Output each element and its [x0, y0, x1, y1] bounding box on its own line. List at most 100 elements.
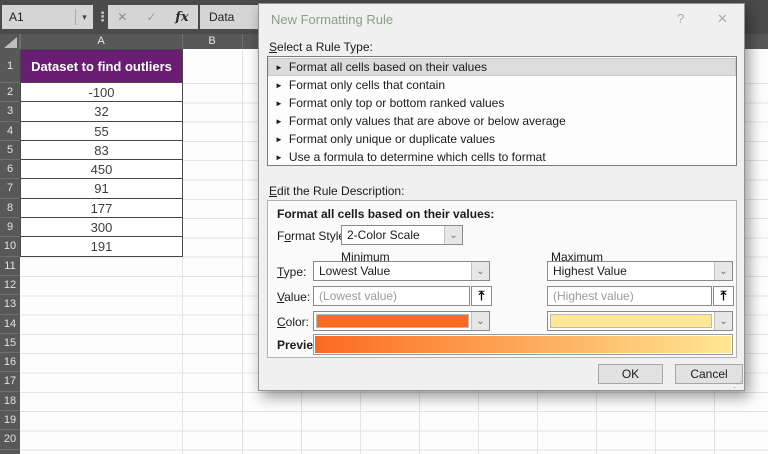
- min-type-dropdown[interactable]: Lowest Value ⌄: [313, 261, 490, 281]
- formula-buttons: ✕ ✓ fx: [108, 5, 198, 29]
- min-value-input[interactable]: (Lowest value): [313, 286, 470, 306]
- row-header[interactable]: 14: [0, 315, 20, 334]
- rule-type-label: Use a formula to determine which cells t…: [288, 150, 546, 164]
- rule-type-label: Format only unique or duplicate values: [288, 132, 496, 146]
- select-all-triangle-icon: [4, 37, 17, 48]
- chevron-down-icon: ⌄: [471, 312, 489, 330]
- cell-a2[interactable]: -100: [20, 83, 183, 103]
- max-collapse-dialog-icon[interactable]: ⤒: [713, 286, 734, 306]
- rule-arrow-icon: ►: [275, 81, 283, 90]
- color-label: Color:: [277, 315, 310, 329]
- formula-bar-text: Data: [209, 10, 235, 24]
- row-headers: 1 2 3 4 5 6 7 8 9 10 11 12 13 14 15 16 1…: [0, 49, 20, 454]
- row-header[interactable]: 15: [0, 334, 20, 354]
- row-header[interactable]: 18: [0, 392, 20, 412]
- cell-a6[interactable]: 450: [20, 160, 183, 180]
- cell-a4[interactable]: 55: [20, 121, 183, 141]
- cell-a5[interactable]: 83: [20, 140, 183, 161]
- cell-a9[interactable]: 300: [20, 218, 183, 238]
- data-table: Dataset to find outliers -100 32 55 83 4…: [20, 49, 183, 257]
- row-header[interactable]: 9: [0, 218, 20, 238]
- dialog-title: New Formatting Rule: [271, 12, 394, 27]
- cell-a1[interactable]: Dataset to find outliers: [20, 49, 183, 83]
- ok-button[interactable]: OK: [598, 364, 663, 384]
- row-header[interactable]: 10: [0, 237, 20, 257]
- value-label: Value:: [277, 290, 311, 304]
- insert-function-icon[interactable]: fx: [175, 10, 188, 25]
- row-header[interactable]: 6: [0, 160, 20, 180]
- name-box-value: A1: [9, 10, 24, 24]
- rule-type-option[interactable]: ► Format only unique or duplicate values: [268, 130, 736, 148]
- cell-a8[interactable]: 177: [20, 198, 183, 219]
- cancel-entry-icon[interactable]: ✕: [117, 10, 127, 24]
- close-icon[interactable]: ✕: [717, 11, 728, 27]
- format-style-value: 2-Color Scale: [347, 228, 420, 242]
- cell-a10[interactable]: 191: [20, 237, 183, 257]
- rule-arrow-icon: ►: [275, 153, 283, 162]
- help-icon[interactable]: ?: [677, 11, 684, 26]
- row-header[interactable]: 11: [0, 257, 20, 276]
- rule-type-option[interactable]: ► Format only top or bottom ranked values: [268, 94, 736, 112]
- row-header[interactable]: 3: [0, 102, 20, 122]
- min-type-value: Lowest Value: [319, 264, 391, 278]
- chevron-down-icon: ⌄: [714, 262, 732, 280]
- row-header[interactable]: 2: [0, 83, 20, 103]
- rule-type-label: Format only values that are above or bel…: [288, 114, 566, 128]
- row-header[interactable]: 4: [0, 122, 20, 141]
- name-box[interactable]: A1 ▾: [2, 5, 93, 29]
- excel-window: A1 ▾ ⋮ ✕ ✓ fx Data A B 1 2 3 4 5 6 7 8 9…: [0, 0, 768, 454]
- row-header[interactable]: 19: [0, 411, 20, 431]
- rule-type-option[interactable]: ► Format only cells that contain: [268, 76, 736, 94]
- format-style-label: Format Style:: [277, 229, 349, 243]
- rule-type-option[interactable]: ► Format only values that are above or be…: [268, 112, 736, 130]
- row-header[interactable]: 1: [0, 49, 20, 83]
- chevron-down-icon: ⌄: [714, 312, 732, 330]
- edit-rule-description-label: Edit the Rule Description:: [269, 184, 405, 198]
- max-type-dropdown[interactable]: Highest Value ⌄: [547, 261, 733, 281]
- chevron-down-icon: ⌄: [444, 226, 462, 244]
- cell-a7[interactable]: 91: [20, 179, 183, 199]
- preview-gradient: [313, 334, 733, 355]
- min-color-dropdown[interactable]: ⌄: [313, 311, 490, 331]
- more-options-icon[interactable]: ⋮: [96, 5, 109, 29]
- rule-arrow-icon: ►: [275, 135, 283, 144]
- row-header[interactable]: 7: [0, 179, 20, 199]
- rule-type-option-selected[interactable]: ► Format all cells based on their values: [268, 58, 736, 76]
- rule-type-list: ► Format all cells based on their values …: [267, 56, 737, 166]
- rule-arrow-icon: ►: [275, 99, 283, 108]
- resize-grip-icon[interactable]: ⋰: [733, 379, 742, 390]
- max-value-input[interactable]: (Highest value): [547, 286, 712, 306]
- row-header[interactable]: 16: [0, 353, 20, 373]
- row-header[interactable]: 12: [0, 276, 20, 296]
- new-formatting-rule-dialog: New Formatting Rule ? ✕ Select a Rule Ty…: [258, 3, 745, 391]
- min-collapse-dialog-icon[interactable]: ⤒: [471, 286, 492, 306]
- max-color-dropdown[interactable]: ⌄: [547, 311, 733, 331]
- select-rule-type-label: Select a Rule Type:: [269, 40, 373, 54]
- rule-description-heading: Format all cells based on their values:: [277, 207, 495, 221]
- chevron-down-icon: ⌄: [471, 262, 489, 280]
- type-label: Type:: [277, 265, 307, 279]
- rule-type-label: Format only top or bottom ranked values: [288, 96, 505, 110]
- row-header[interactable]: 13: [0, 295, 20, 315]
- row-header[interactable]: 8: [0, 199, 20, 219]
- name-box-dropdown-icon[interactable]: ▾: [76, 12, 93, 23]
- max-type-value: Highest Value: [553, 264, 627, 278]
- row-header[interactable]: 17: [0, 372, 20, 392]
- column-header-b[interactable]: B: [182, 34, 242, 49]
- rule-type-label: Format only cells that contain: [288, 78, 445, 92]
- min-color-swatch: [316, 314, 469, 328]
- rule-arrow-icon: ►: [275, 117, 283, 126]
- confirm-entry-icon[interactable]: ✓: [146, 10, 156, 24]
- format-style-dropdown[interactable]: 2-Color Scale ⌄: [341, 225, 463, 245]
- row-header[interactable]: 5: [0, 141, 20, 161]
- select-all-button[interactable]: [0, 34, 20, 49]
- cell-a3[interactable]: 32: [20, 102, 183, 122]
- rule-arrow-icon: ►: [275, 63, 283, 72]
- row-header[interactable]: 20: [0, 430, 20, 450]
- row-header[interactable]: 21: [0, 450, 20, 454]
- header-divider: [182, 34, 183, 49]
- column-header-a[interactable]: A: [20, 34, 182, 49]
- dialog-titlebar[interactable]: New Formatting Rule ? ✕: [259, 4, 744, 34]
- rule-type-option[interactable]: ► Use a formula to determine which cells …: [268, 148, 736, 166]
- max-color-swatch: [550, 314, 712, 328]
